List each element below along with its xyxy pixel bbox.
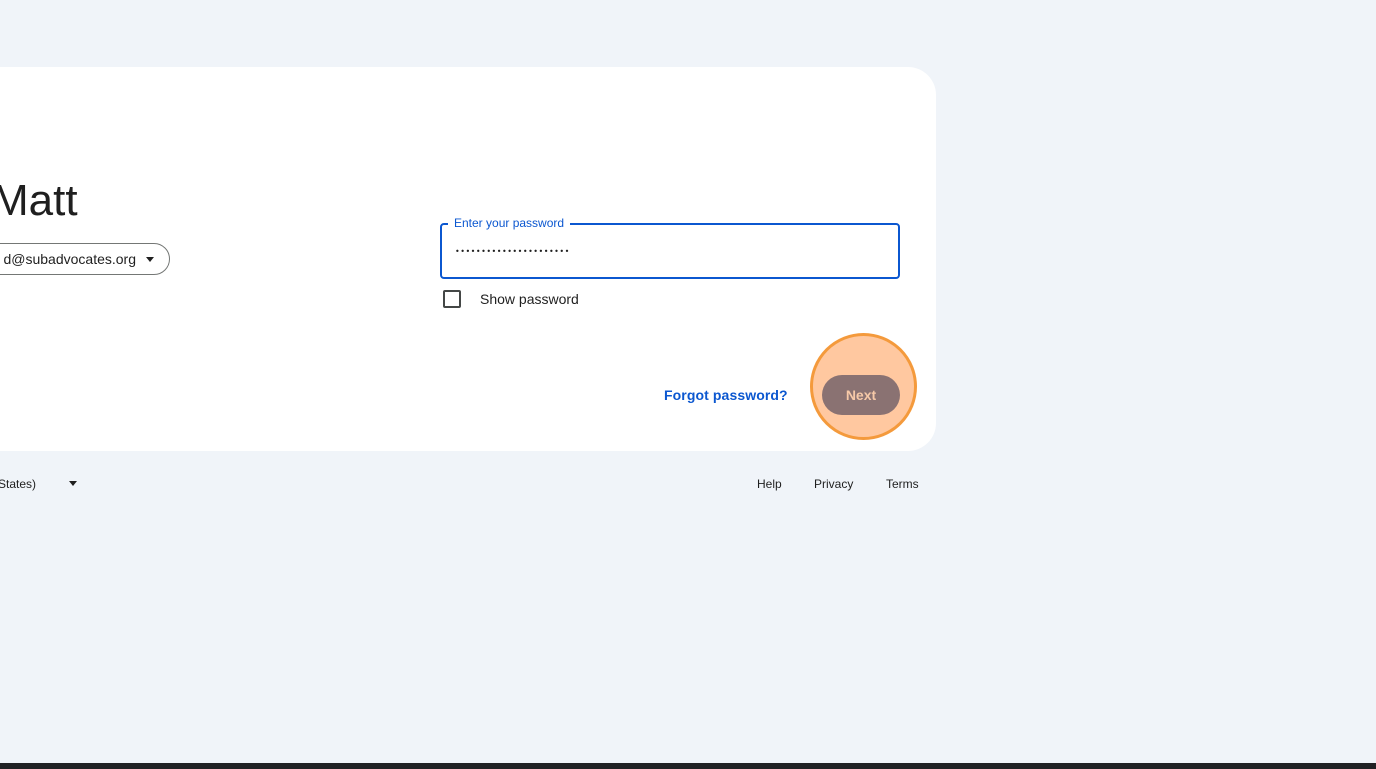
terms-link[interactable]: Terms: [886, 476, 919, 492]
account-chip[interactable]: d@subadvocates.org: [0, 243, 170, 275]
show-password-checkbox[interactable]: [443, 290, 461, 308]
privacy-link[interactable]: Privacy: [814, 476, 853, 492]
taskbar-edge: [0, 763, 1376, 769]
forgot-password-link[interactable]: Forgot password?: [664, 386, 788, 404]
account-email: d@subadvocates.org: [3, 251, 136, 267]
next-button[interactable]: Next: [822, 375, 900, 415]
help-link[interactable]: Help: [757, 476, 782, 492]
password-input[interactable]: [455, 240, 875, 262]
password-label: Enter your password: [448, 215, 571, 231]
chevron-down-icon: [146, 257, 154, 262]
show-password-label[interactable]: Show password: [480, 290, 579, 308]
chevron-down-icon[interactable]: [69, 481, 77, 486]
language-selector[interactable]: States): [0, 476, 36, 492]
page-title: Matt: [0, 176, 78, 225]
